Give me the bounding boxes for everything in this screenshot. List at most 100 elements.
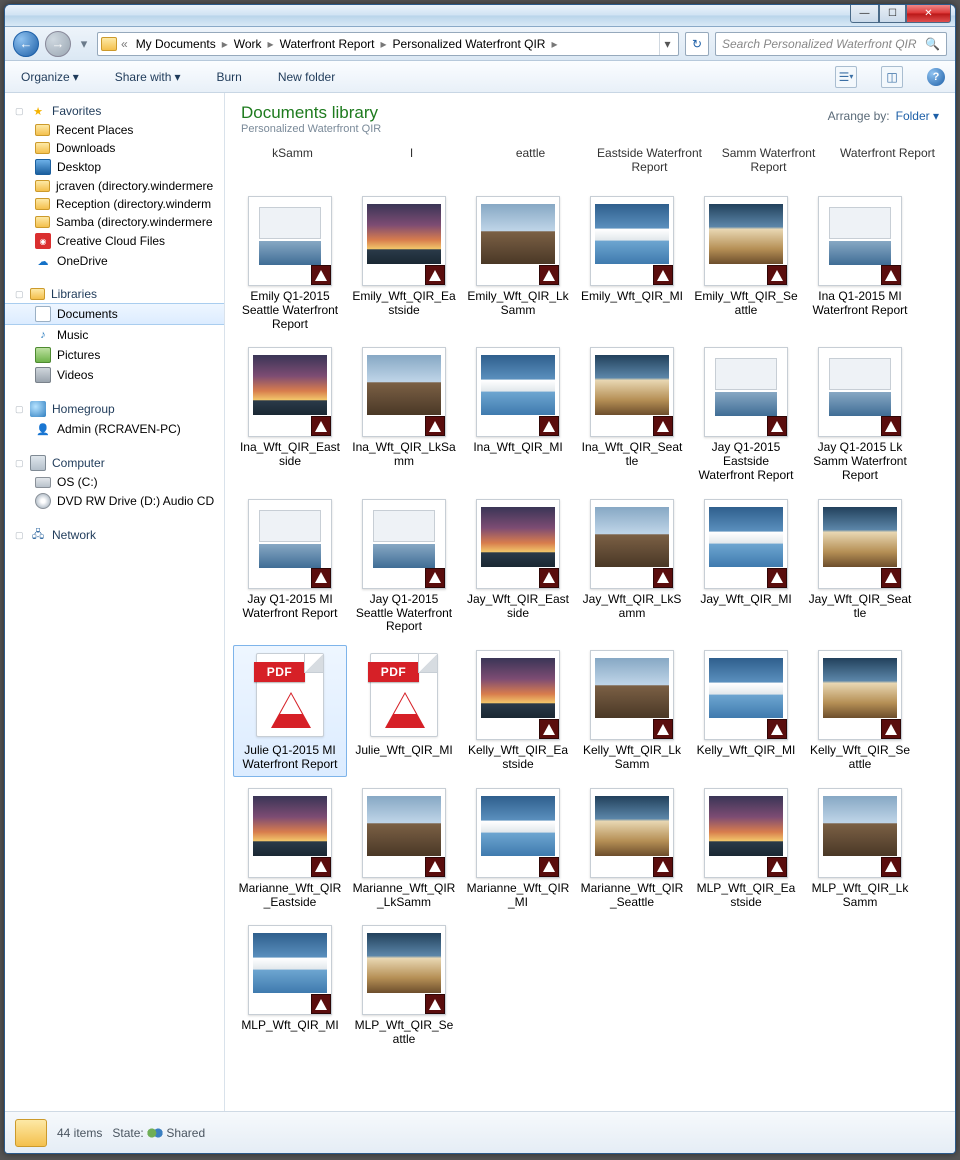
file-thumbnail (362, 196, 446, 286)
file-label-fragment[interactable]: kSamm (233, 145, 352, 191)
file-list[interactable]: kSammIeattleEastside Waterfront ReportSa… (225, 141, 955, 1111)
file-name: Marianne_Wft_QIR_Seattle (578, 882, 686, 910)
computer-group[interactable]: ▢Computer (5, 453, 224, 473)
nav-item[interactable]: ◉Creative Cloud Files (5, 231, 224, 251)
view-options-button[interactable]: ☰ ▾ (835, 66, 857, 88)
adobe-badge-icon (311, 265, 331, 285)
forward-button[interactable]: → (45, 31, 71, 57)
nav-item[interactable]: Recent Places (5, 121, 224, 139)
breadcrumb-segment[interactable]: Waterfront Report (276, 35, 379, 53)
file-thumbnail (248, 499, 332, 589)
file-item[interactable]: MLP_Wft_QIR_Eastside (689, 783, 803, 915)
folder-icon (35, 124, 50, 136)
breadcrumb-segment[interactable]: Personalized Waterfront QIR (389, 35, 550, 53)
navigation-pane[interactable]: ▢★Favorites Recent PlacesDownloadsDeskto… (5, 93, 225, 1111)
nav-item[interactable]: Videos (5, 365, 224, 385)
file-item[interactable]: PDFJulie_Wft_QIR_MI (347, 645, 461, 777)
homegroup-icon (30, 401, 46, 417)
nav-item[interactable]: Documents (5, 303, 224, 325)
file-label-fragment[interactable]: Samm Waterfront Report (709, 145, 828, 191)
nav-item-label: DVD RW Drive (D:) Audio CD (57, 494, 214, 508)
nav-item[interactable]: OS (C:) (5, 473, 224, 491)
file-thumbnail (362, 788, 446, 878)
file-label-fragment[interactable]: I (352, 145, 471, 191)
file-item[interactable]: PDFJulie Q1-2015 MI Waterfront Report (233, 645, 347, 777)
file-item[interactable]: Emily_Wft_QIR_Seattle (689, 191, 803, 336)
file-item[interactable]: MLP_Wft_QIR_LkSamm (803, 783, 917, 915)
nav-item[interactable]: Desktop (5, 157, 224, 177)
file-item[interactable]: MLP_Wft_QIR_Seattle (347, 920, 461, 1052)
libraries-group[interactable]: ▢Libraries (5, 285, 224, 303)
file-item[interactable]: Jay_Wft_QIR_Eastside (461, 494, 575, 639)
file-label-fragment[interactable]: eattle (471, 145, 590, 191)
favorites-group[interactable]: ▢★Favorites (5, 101, 224, 121)
adobe-badge-icon (767, 719, 787, 739)
nav-item-label: Pictures (57, 348, 100, 362)
file-item[interactable]: Jay_Wft_QIR_LkSamm (575, 494, 689, 639)
file-item[interactable]: Jay Q1-2015 Lk Samm Waterfront Report (803, 342, 917, 487)
breadcrumb-segment[interactable]: Work (230, 35, 266, 53)
help-button[interactable]: ? (927, 68, 945, 86)
file-thumbnail (362, 347, 446, 437)
search-box[interactable]: Search Personalized Waterfront QIR 🔍 (715, 32, 947, 56)
adobe-badge-icon (311, 416, 331, 436)
file-item[interactable]: Ina Q1-2015 MI Waterfront Report (803, 191, 917, 336)
nav-item[interactable]: Reception (directory.winderm (5, 195, 224, 213)
homegroup-group[interactable]: ▢Homegroup (5, 399, 224, 419)
arrange-by[interactable]: Arrange by: Folder ▾ (828, 109, 939, 123)
file-name: Emily_Wft_QIR_LkSamm (464, 290, 572, 318)
address-dropdown[interactable]: ▾ (659, 33, 675, 55)
nav-item-label: Creative Cloud Files (57, 234, 165, 248)
breadcrumb-segment[interactable]: My Documents (132, 35, 220, 53)
file-item[interactable]: Emily_Wft_QIR_Eastside (347, 191, 461, 336)
refresh-button[interactable]: ↻ (685, 32, 709, 56)
address-bar[interactable]: « My Documents▸Work▸Waterfront Report▸Pe… (97, 32, 679, 56)
file-item[interactable]: Jay_Wft_QIR_Seattle (803, 494, 917, 639)
file-item[interactable]: Marianne_Wft_QIR_Eastside (233, 783, 347, 915)
file-item[interactable]: Ina_Wft_QIR_LkSamm (347, 342, 461, 487)
network-group[interactable]: ▢🖧Network (5, 525, 224, 545)
file-label-fragment[interactable]: Eastside Waterfront Report (590, 145, 709, 191)
file-item[interactable]: Kelly_Wft_QIR_Seattle (803, 645, 917, 777)
file-item[interactable]: Emily Q1-2015 Seattle Waterfront Report (233, 191, 347, 336)
file-item[interactable]: Kelly_Wft_QIR_LkSamm (575, 645, 689, 777)
share-with-menu[interactable]: Share with ▾ (109, 67, 187, 87)
file-item[interactable]: Jay Q1-2015 MI Waterfront Report (233, 494, 347, 639)
file-item[interactable]: Emily_Wft_QIR_MI (575, 191, 689, 336)
nav-item[interactable]: Samba (directory.windermere (5, 213, 224, 231)
adobe-badge-icon (881, 719, 901, 739)
file-item[interactable]: Emily_Wft_QIR_LkSamm (461, 191, 575, 336)
file-item[interactable]: Ina_Wft_QIR_MI (461, 342, 575, 487)
new-folder-button[interactable]: New folder (272, 67, 341, 87)
minimize-button[interactable]: — (850, 5, 879, 23)
adobe-badge-icon (653, 857, 673, 877)
file-item[interactable]: MLP_Wft_QIR_MI (233, 920, 347, 1052)
file-item[interactable]: Ina_Wft_QIR_Eastside (233, 342, 347, 487)
file-item[interactable]: Marianne_Wft_QIR_MI (461, 783, 575, 915)
file-item[interactable]: Marianne_Wft_QIR_Seattle (575, 783, 689, 915)
preview-pane-button[interactable]: ◫ (881, 66, 903, 88)
nav-item[interactable]: ☁OneDrive (5, 251, 224, 271)
organize-menu[interactable]: Organize ▾ (15, 67, 85, 87)
file-item[interactable]: Jay Q1-2015 Eastside Waterfront Report (689, 342, 803, 487)
burn-button[interactable]: Burn (210, 67, 247, 87)
nav-item[interactable]: Downloads (5, 139, 224, 157)
file-item[interactable]: Jay Q1-2015 Seattle Waterfront Report (347, 494, 461, 639)
nav-item[interactable]: 👤Admin (RCRAVEN-PC) (5, 419, 224, 439)
nav-item[interactable]: jcraven (directory.windermere (5, 177, 224, 195)
nav-item[interactable]: DVD RW Drive (D:) Audio CD (5, 491, 224, 511)
history-dropdown[interactable]: ▾ (77, 35, 91, 53)
close-button[interactable]: ✕ (906, 5, 951, 23)
file-item[interactable]: Kelly_Wft_QIR_Eastside (461, 645, 575, 777)
file-label-fragment[interactable]: Waterfront Report (828, 145, 947, 191)
library-subtitle: Personalized Waterfront QIR (241, 123, 381, 135)
nav-item[interactable]: ♪Music (5, 325, 224, 345)
back-button[interactable]: ← (13, 31, 39, 57)
maximize-button[interactable]: ☐ (879, 5, 906, 23)
file-item[interactable]: Jay_Wft_QIR_MI (689, 494, 803, 639)
file-item[interactable]: Ina_Wft_QIR_Seattle (575, 342, 689, 487)
titlebar[interactable]: — ☐ ✕ (5, 5, 955, 27)
file-item[interactable]: Kelly_Wft_QIR_MI (689, 645, 803, 777)
file-item[interactable]: Marianne_Wft_QIR_LkSamm (347, 783, 461, 915)
nav-item[interactable]: Pictures (5, 345, 224, 365)
